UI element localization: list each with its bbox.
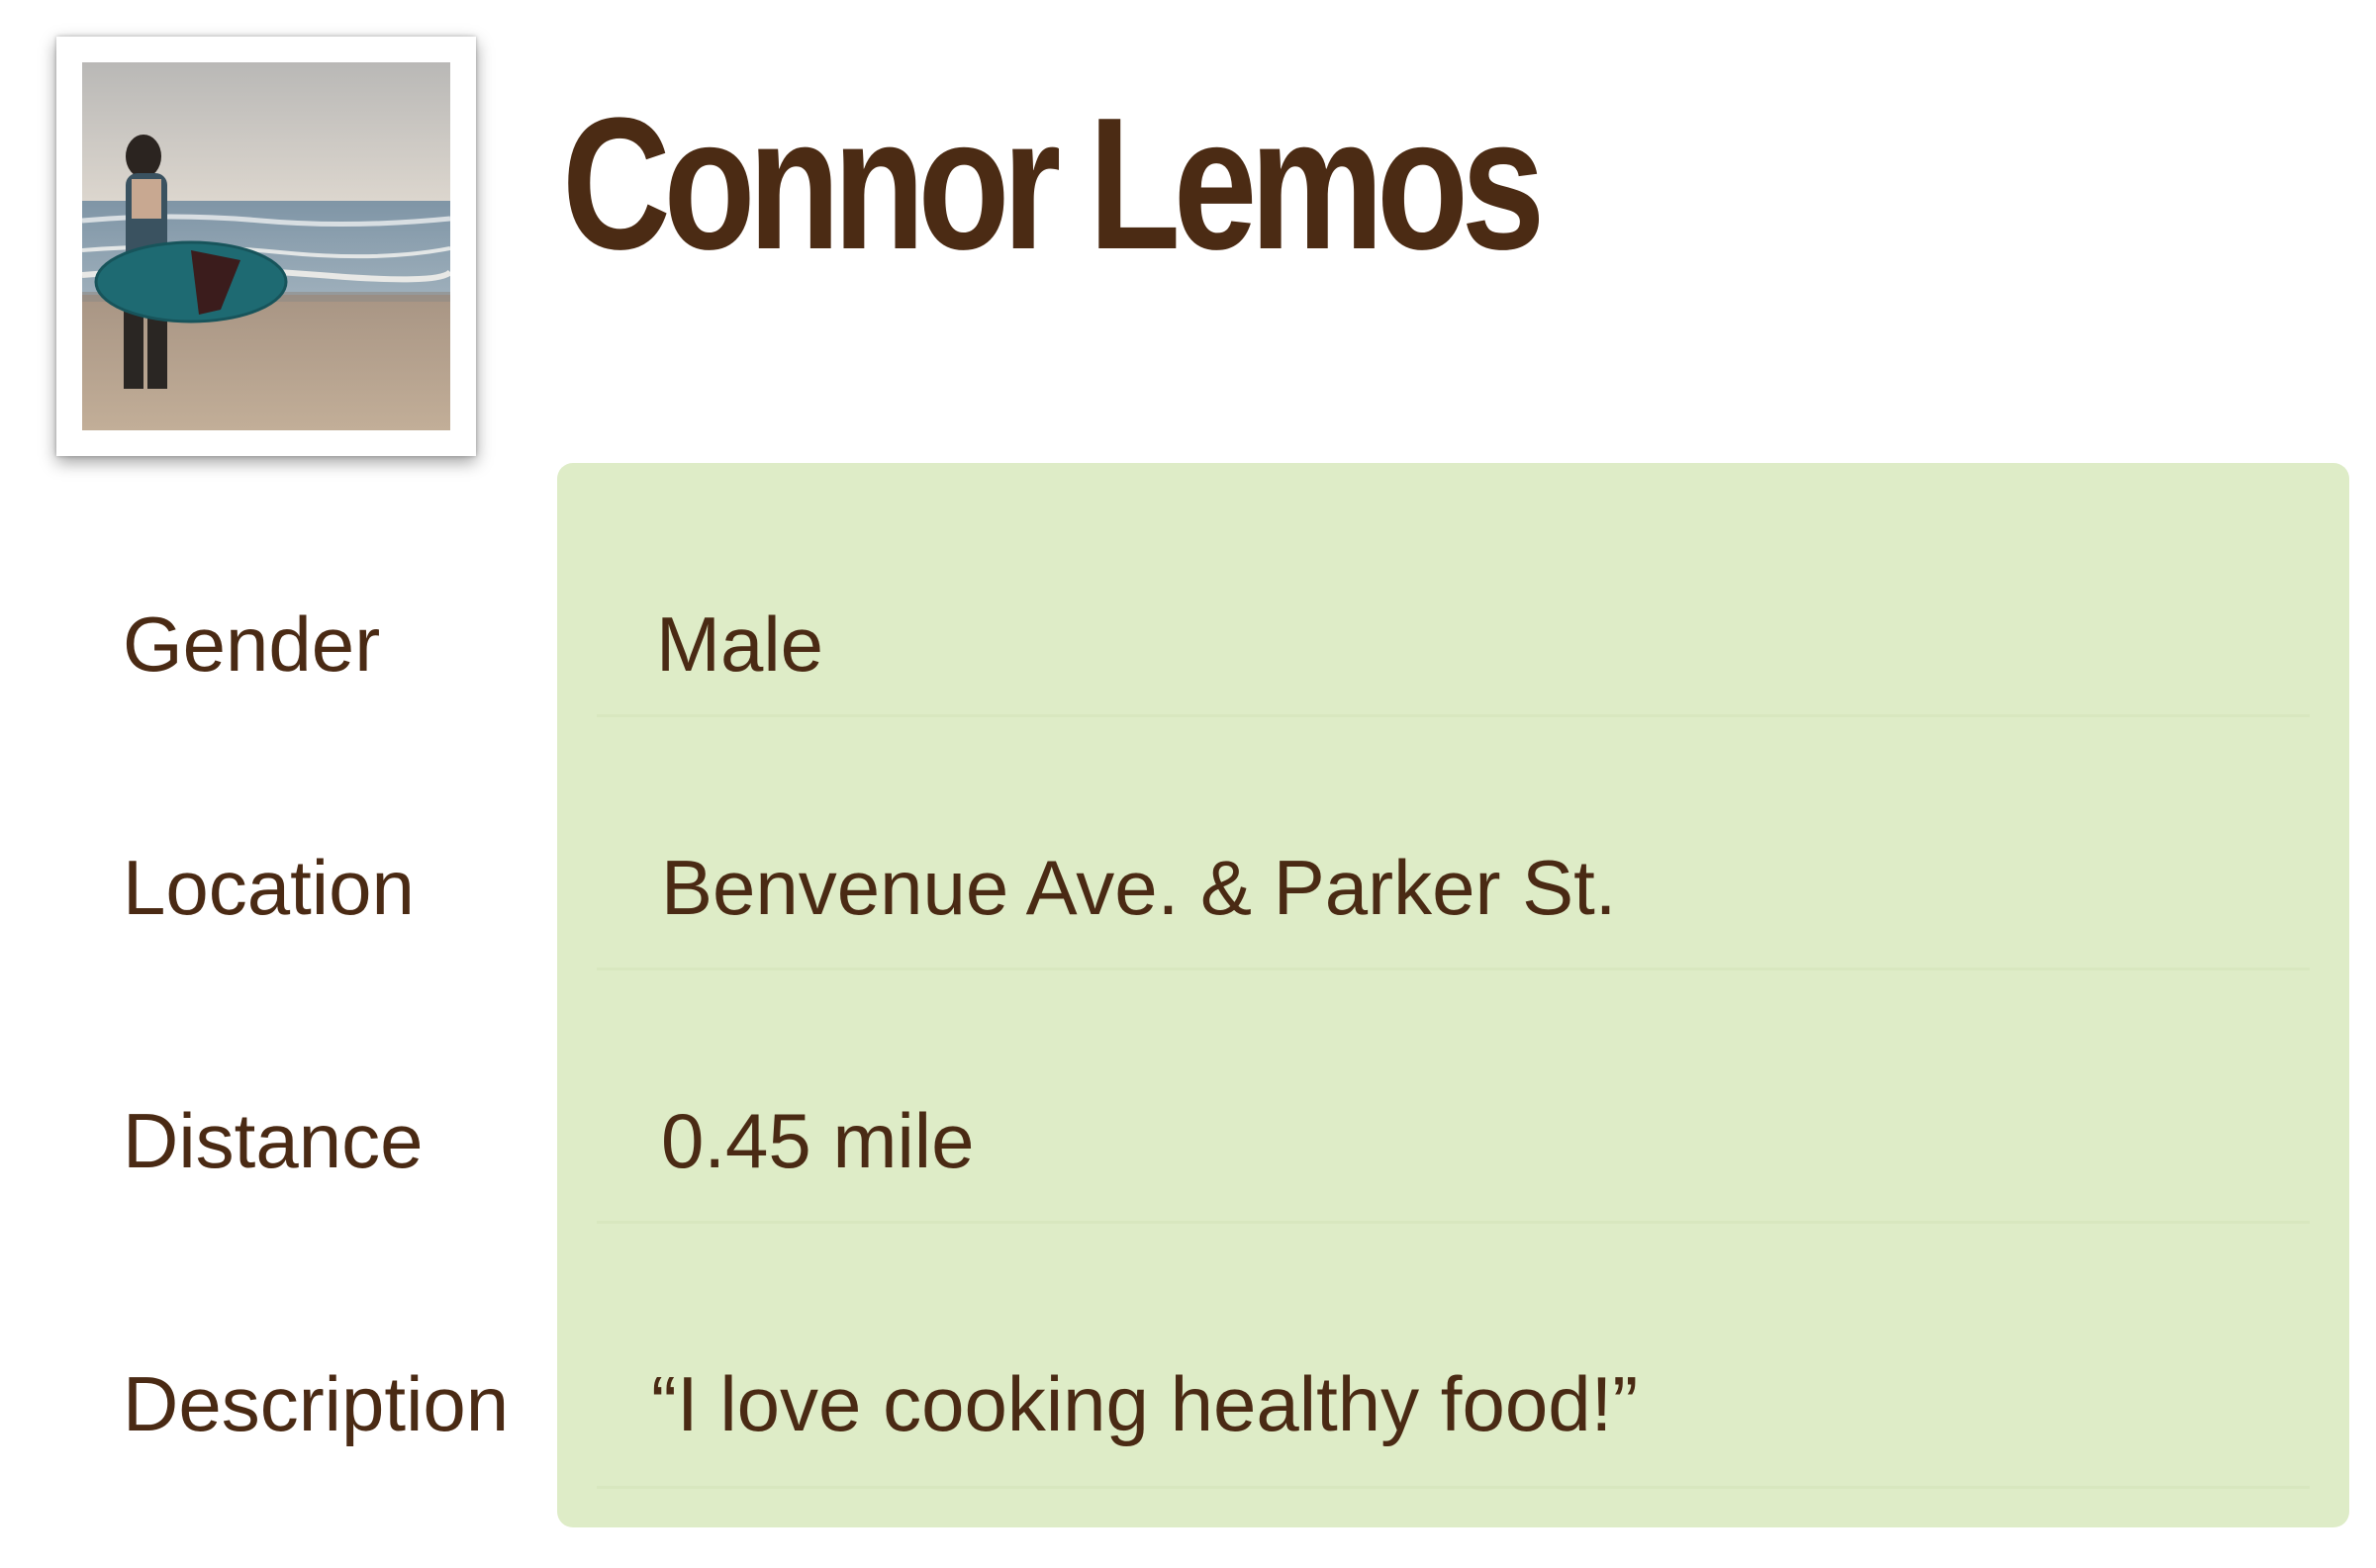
profile-photo bbox=[82, 62, 450, 430]
location-value: Benvenue Ave. & Parker St. bbox=[661, 844, 1617, 931]
row-divider bbox=[597, 968, 2310, 970]
profile-photo-frame bbox=[56, 37, 476, 456]
description-value: “I love cooking healthy food!” bbox=[651, 1360, 1639, 1447]
description-label: Description bbox=[123, 1360, 510, 1447]
row-divider bbox=[597, 1221, 2310, 1224]
distance-label: Distance bbox=[123, 1097, 424, 1184]
row-divider bbox=[597, 714, 2310, 717]
gender-value: Male bbox=[656, 600, 824, 688]
profile-name: Connor Lemos bbox=[562, 79, 1545, 289]
distance-value: 0.45 mile bbox=[661, 1097, 975, 1184]
location-label: Location bbox=[123, 844, 415, 931]
gender-label: Gender bbox=[123, 600, 381, 688]
row-divider bbox=[597, 1486, 2310, 1489]
